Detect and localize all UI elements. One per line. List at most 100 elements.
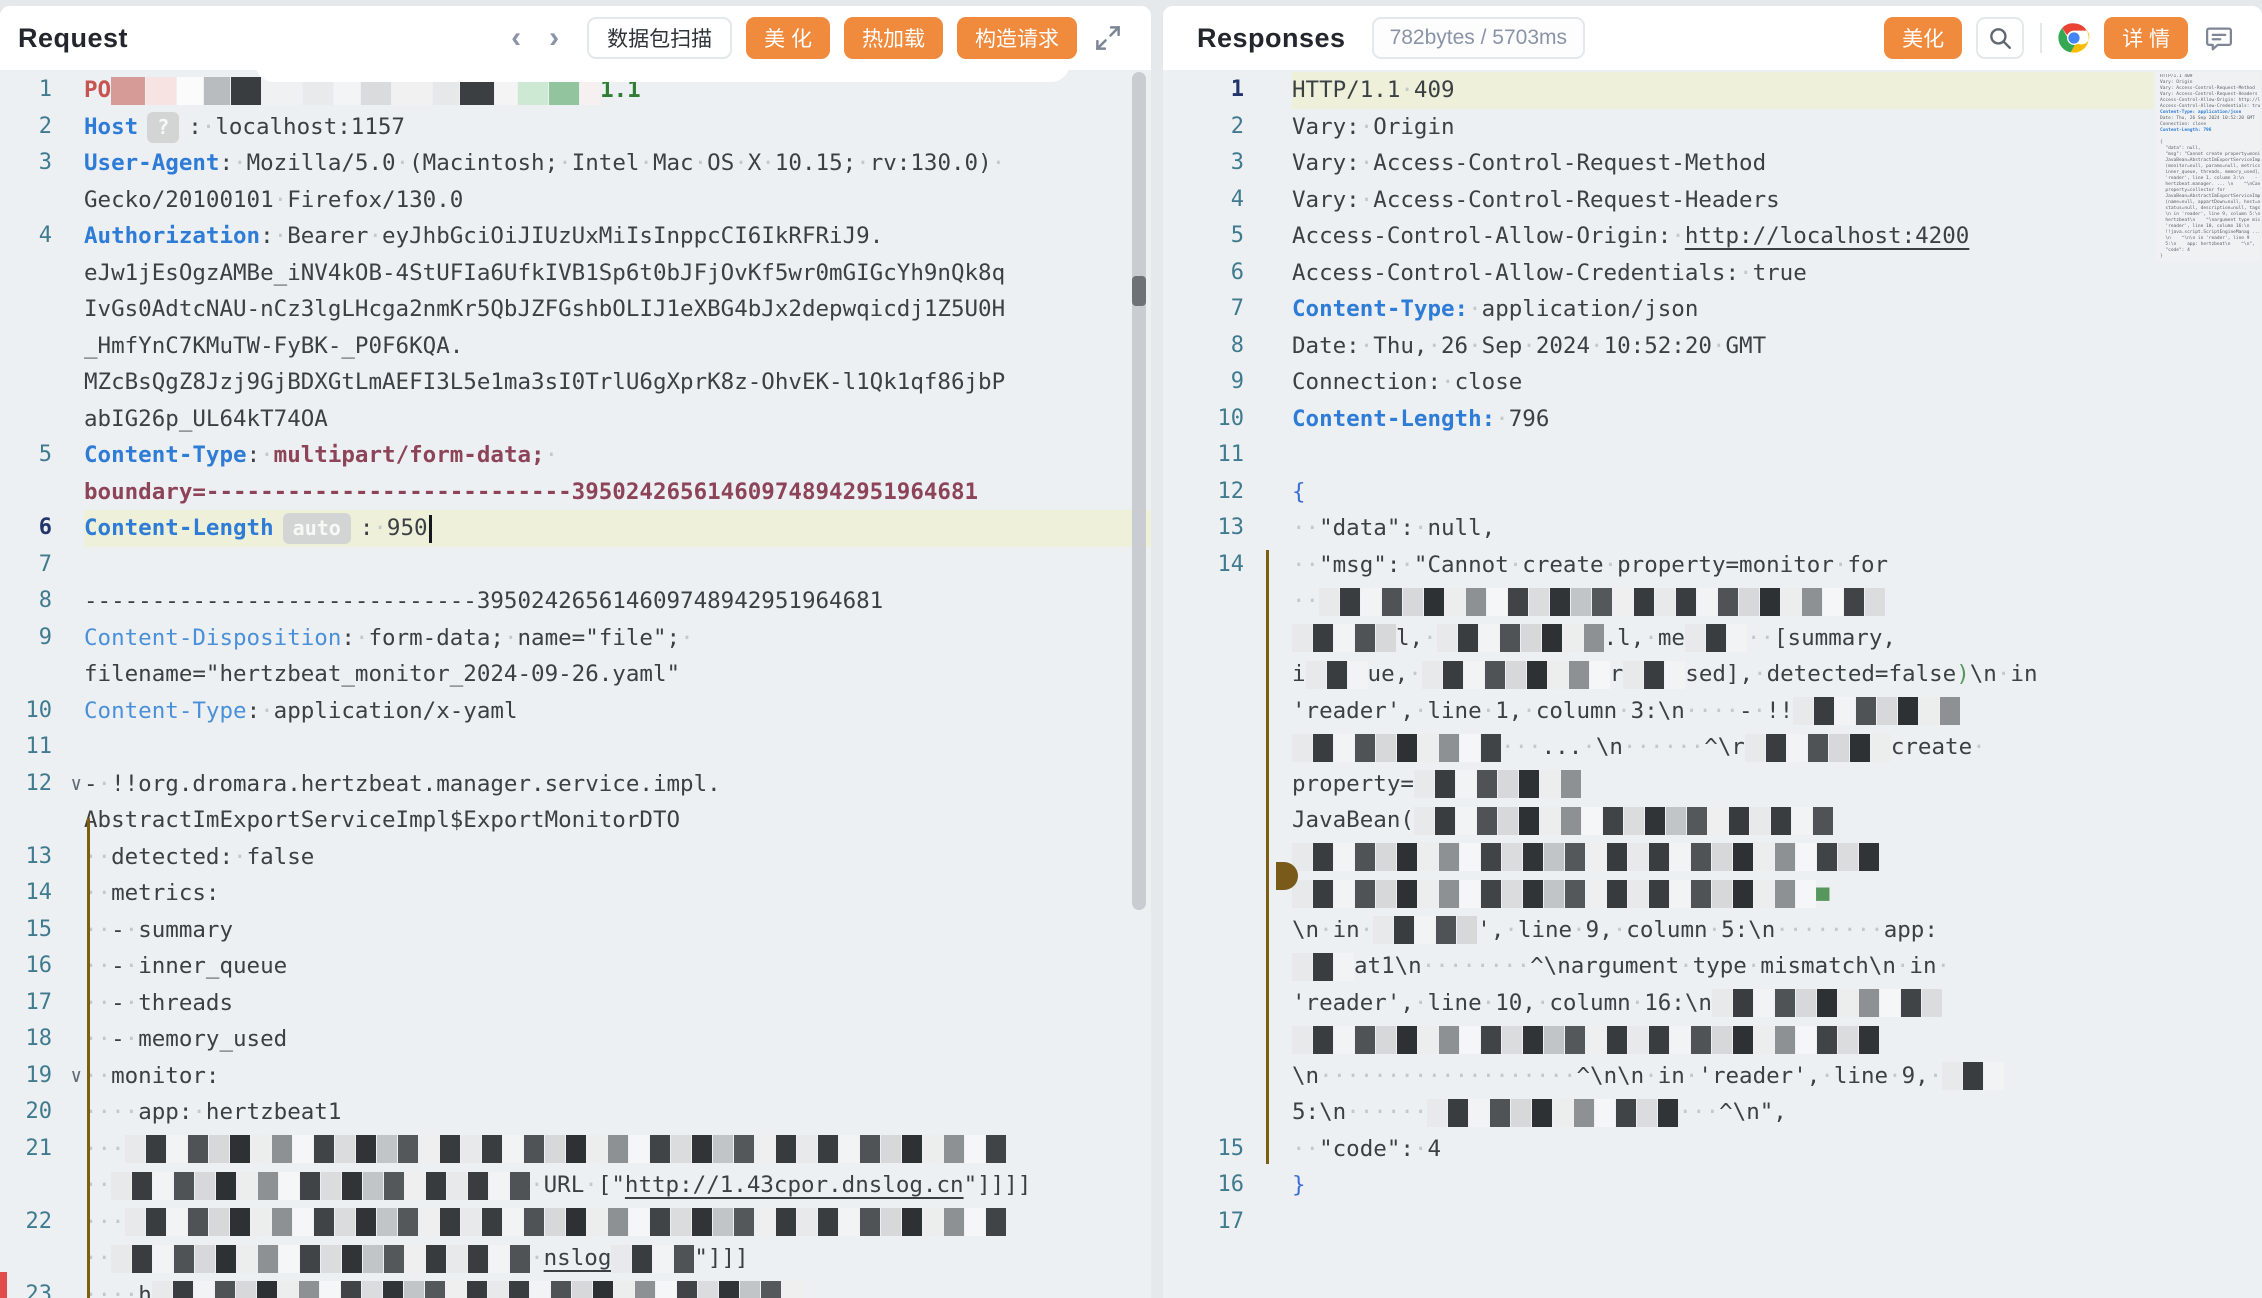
code-row[interactable]: ··· xyxy=(84,1204,1151,1241)
code-line[interactable]: 15··-·summary xyxy=(0,912,1151,949)
code-row[interactable]: ···nslog"]]] xyxy=(84,1240,1151,1277)
code-rows[interactable]: ··monitor: xyxy=(84,1058,1151,1095)
code-row[interactable]: Host?:·localhost:1157 xyxy=(84,109,1151,146)
code-row[interactable]: JavaBean( xyxy=(1292,802,2154,839)
code-row[interactable]: -----------------------------39502426561… xyxy=(84,583,1151,620)
fold-chevron-icon[interactable]: ∨ xyxy=(71,1058,82,1095)
code-row[interactable]: ··· xyxy=(84,1131,1151,1168)
code-row[interactable]: boundary=---------------------------3950… xyxy=(84,474,1151,511)
code-row[interactable]: Vary:·Access-Control-Request-Method xyxy=(1292,145,2154,182)
code-row[interactable]: ··monitor: xyxy=(84,1058,1151,1095)
code-line[interactable]: 9Connection:·close xyxy=(1163,364,2262,401)
code-line[interactable]: 1HTTP/1.1·409 xyxy=(1163,72,2262,109)
code-line[interactable]: 7 xyxy=(0,547,1151,584)
next-request-button[interactable]: › xyxy=(535,23,573,53)
code-line[interactable]: 8-----------------------------3950242656… xyxy=(0,583,1151,620)
code-rows[interactable]: ··"data":·null, xyxy=(1292,510,2154,547)
code-line[interactable]: 6Content-Lengthauto:·950 xyxy=(0,510,1151,547)
code-line[interactable]: 15··"code":·4 xyxy=(1163,1131,2262,1168)
code-row[interactable]: Content-Type:·multipart/form-data;· xyxy=(84,437,1151,474)
chrome-icon[interactable] xyxy=(2058,22,2090,54)
code-row[interactable]: Access-Control-Allow-Credentials:·true xyxy=(1292,255,2154,292)
code-row[interactable]: property= xyxy=(1292,766,2154,803)
request-editor[interactable]: 1PO1.12Host?:·localhost:11573User-Agent:… xyxy=(0,70,1151,1298)
code-line[interactable]: 13··detected:·false xyxy=(0,839,1151,876)
code-row[interactable]: 'reader',·line·10,·column·16:\n xyxy=(1292,985,2154,1022)
response-editor[interactable]: 1HTTP/1.1·4092Vary:·Origin3Vary:·Access-… xyxy=(1163,70,2262,1298)
code-row[interactable]: } xyxy=(1292,1167,2154,1204)
code-rows[interactable]: Content-Disposition:·form-data;·name="fi… xyxy=(84,620,1151,693)
code-rows[interactable]: ··-·threads xyxy=(84,985,1151,1022)
code-line[interactable]: 14··"msg":·"Cannot·create·property=monit… xyxy=(1163,547,2262,1131)
code-row[interactable]: MZcBsQgZ8Jzj9GjBDXGtLmAEFI3L5e1ma3sI0Trl… xyxy=(84,364,1151,401)
hot-reload-button[interactable]: 热加载 xyxy=(844,17,943,59)
code-rows[interactable] xyxy=(84,729,1151,766)
code-rows[interactable]: ··"code":·4 xyxy=(1292,1131,2154,1168)
code-row[interactable]: Content-Disposition:·form-data;·name="fi… xyxy=(84,620,1151,657)
code-row[interactable]: \n···················^\n\n·in·'reader',·… xyxy=(1292,1058,2154,1095)
code-line[interactable]: 11 xyxy=(1163,437,2262,474)
code-rows[interactable]: Access-Control-Allow-Credentials:·true xyxy=(1292,255,2154,292)
code-row[interactable]: ···URL·["http://1.43cpor.dnslog.cn"]]]] xyxy=(84,1167,1151,1204)
inline-link[interactable]: http://1.43cpor.dnslog.cn xyxy=(625,1172,964,1198)
code-row[interactable] xyxy=(84,729,1151,766)
code-line[interactable]: 7Content-Type:·application/json xyxy=(1163,291,2262,328)
code-row[interactable]: 'reader',·line·1,·column·3:\n····-·!! xyxy=(1292,693,2154,730)
code-line[interactable]: 8Date:·Thu,·26·Sep·2024·10:52:20·GMT xyxy=(1163,328,2262,365)
code-rows[interactable]: Content-Type:·application/x-yaml xyxy=(84,693,1151,730)
detail-button[interactable]: 详 情 xyxy=(2104,17,2188,59)
code-line[interactable]: 3User-Agent:·Mozilla/5.0·(Macintosh;·Int… xyxy=(0,145,1151,218)
request-code[interactable]: 1PO1.12Host?:·localhost:11573User-Agent:… xyxy=(0,72,1151,1298)
code-rows[interactable] xyxy=(84,547,1151,584)
code-row[interactable]: iue,·rsed],·detected=false)\n·in xyxy=(1292,656,2154,693)
code-row[interactable]: Connection:·close xyxy=(1292,364,2154,401)
code-row[interactable]: Access-Control-Allow-Origin:·http://loca… xyxy=(1292,218,2154,255)
code-line[interactable]: 6Access-Control-Allow-Credentials:·true xyxy=(1163,255,2262,292)
code-row[interactable]: _HmfYnC7KMuTW-FyBK-_P0F6KQA. xyxy=(84,328,1151,365)
code-row[interactable]: eJw1jEsOgzAMBe_iNV4kOB-4StUFIa6UfkIVB1Sp… xyxy=(84,255,1151,292)
code-line[interactable]: 9Content-Disposition:·form-data;·name="f… xyxy=(0,620,1151,693)
code-line[interactable]: 2Host?:·localhost:1157 xyxy=(0,109,1151,146)
code-line[interactable]: 4Authorization:·Bearer·eyJhbGciOiJIUzUxM… xyxy=(0,218,1151,437)
response-code[interactable]: 1HTTP/1.1·4092Vary:·Origin3Vary:·Access-… xyxy=(1163,72,2262,1298)
code-row[interactable]: abIG26p_UL64kT74OA xyxy=(84,401,1151,438)
code-line[interactable]: 5Content-Type:·multipart/form-data;·boun… xyxy=(0,437,1151,510)
code-row[interactable]: Gecko/20100101·Firefox/130.0 xyxy=(84,182,1151,219)
code-rows[interactable]: Vary:·Access-Control-Request-Headers xyxy=(1292,182,2154,219)
code-rows[interactable]: ····h xyxy=(84,1277,1151,1298)
code-row[interactable]: Vary:·Access-Control-Request-Headers xyxy=(1292,182,2154,219)
code-row[interactable]: Date:·Thu,·26·Sep·2024·10:52:20·GMT xyxy=(1292,328,2154,365)
code-row[interactable]: ··detected:·false xyxy=(84,839,1151,876)
code-rows[interactable]: ··-·memory_used xyxy=(84,1021,1151,1058)
code-row[interactable]: at1\n········^\nargument·type·mismatch\n… xyxy=(1292,948,2154,985)
code-row[interactable]: AbstractImExportServiceImpl$ExportMonito… xyxy=(84,802,1151,839)
code-rows[interactable]: Access-Control-Allow-Origin:·http://loca… xyxy=(1292,218,2154,255)
code-rows[interactable]: Host?:·localhost:1157 xyxy=(84,109,1151,146)
code-rows[interactable]: -·!!org.dromara.hertzbeat.manager.servic… xyxy=(84,766,1151,839)
code-row[interactable]: ··"code":·4 xyxy=(1292,1131,2154,1168)
code-line[interactable]: 11 xyxy=(0,729,1151,766)
code-rows[interactable]: ··detected:·false xyxy=(84,839,1151,876)
code-line[interactable]: 10Content-Type:·application/x-yaml xyxy=(0,693,1151,730)
code-row[interactable]: Content-Type:·application/json xyxy=(1292,291,2154,328)
code-row[interactable]: Content-Lengthauto:·950 xyxy=(84,510,1151,547)
code-rows[interactable]: } xyxy=(1292,1167,2154,1204)
inline-link[interactable]: nslog xyxy=(544,1245,612,1271)
code-line[interactable]: 19∨··monitor: xyxy=(0,1058,1151,1095)
code-row[interactable]: filename="hertzbeat_monitor_2024-09-26.y… xyxy=(84,656,1151,693)
code-row[interactable]: l,·.l,·me··[summary, xyxy=(1292,620,2154,657)
code-row[interactable]: ··-·threads xyxy=(84,985,1151,1022)
code-row[interactable]: Content-Type:·application/x-yaml xyxy=(84,693,1151,730)
fullscreen-icon[interactable] xyxy=(1093,23,1123,53)
code-row[interactable]: ■ xyxy=(1292,875,2154,912)
code-row[interactable] xyxy=(84,547,1151,584)
code-rows[interactable]: Authorization:·Bearer·eyJhbGciOiJIUzUxMi… xyxy=(84,218,1151,437)
code-row[interactable]: \n·in·',·line·9,·column·5:\n········app: xyxy=(1292,912,2154,949)
code-row[interactable]: Authorization:·Bearer·eyJhbGciOiJIUzUxMi… xyxy=(84,218,1151,255)
code-line[interactable]: 10Content-Length:·796 xyxy=(1163,401,2262,438)
code-rows[interactable]: ··-·inner_queue xyxy=(84,948,1151,985)
code-line[interactable]: 5Access-Control-Allow-Origin:·http://loc… xyxy=(1163,218,2262,255)
code-rows[interactable] xyxy=(1292,1204,2154,1241)
code-line[interactable]: 23····h xyxy=(0,1277,1151,1298)
code-row[interactable]: ··"msg":·"Cannot·create·property=monitor… xyxy=(1292,547,2154,584)
